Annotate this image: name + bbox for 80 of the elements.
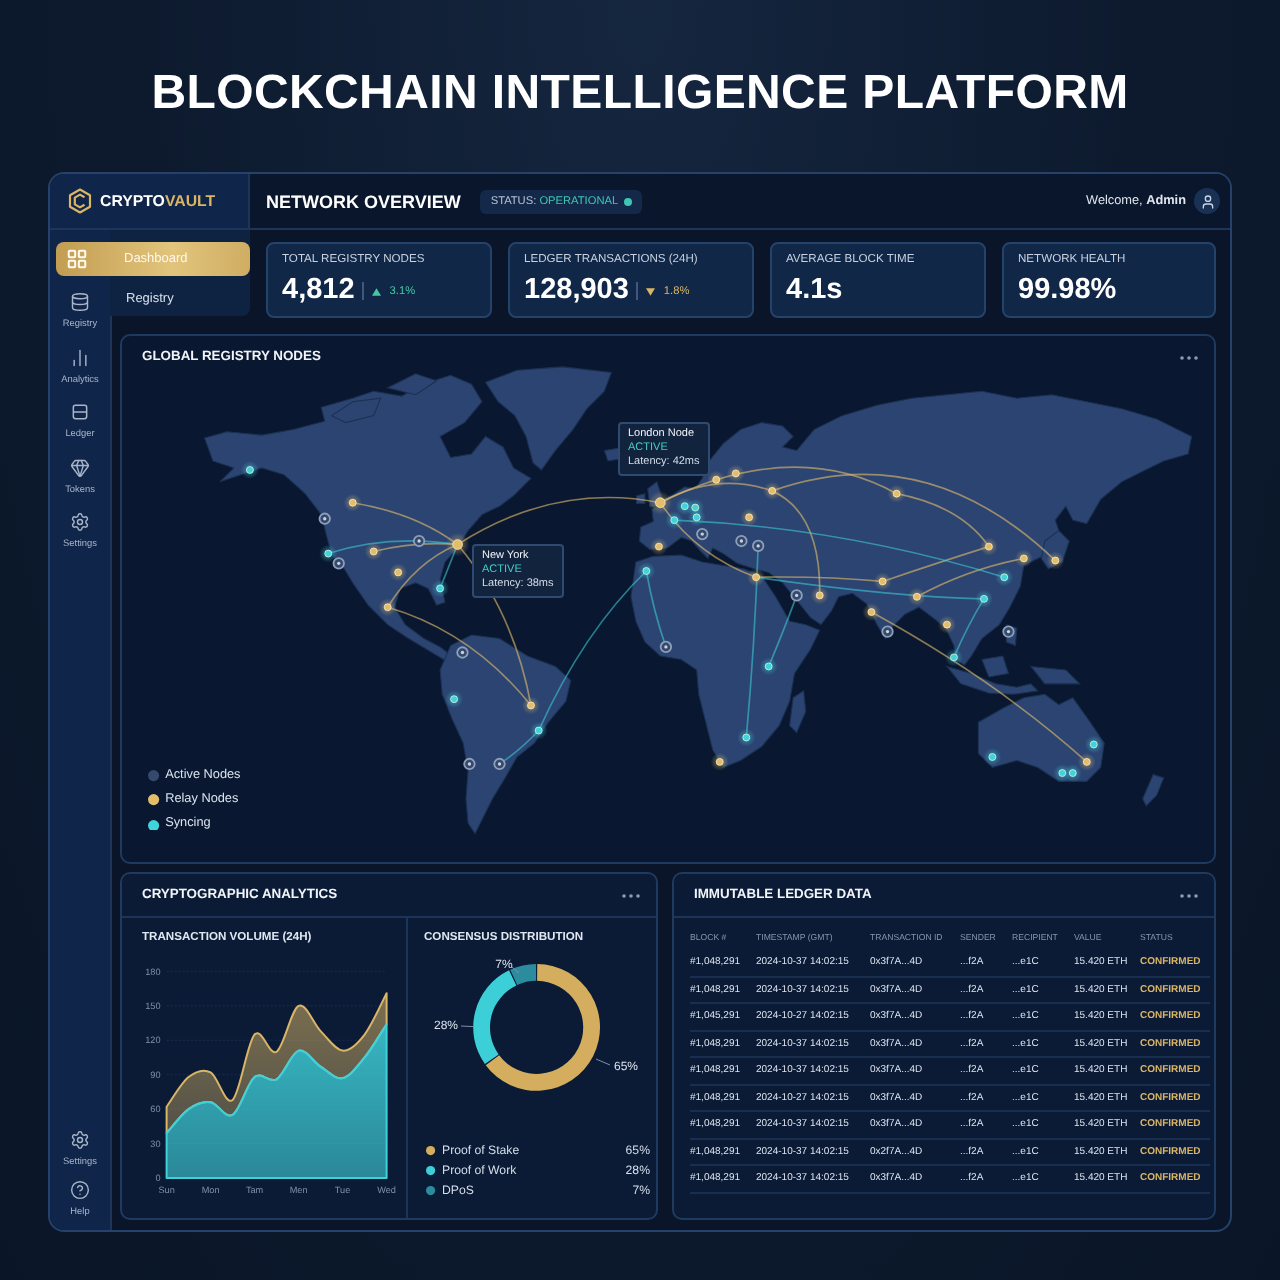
syncing-node-marker [665, 511, 684, 530]
relay-node-marker [1046, 551, 1065, 570]
relay-node-marker [907, 587, 926, 606]
syncing-node-marker [759, 657, 778, 676]
syncing-node-marker [445, 690, 464, 709]
relay-node-marker [979, 537, 998, 556]
stat-value: 4.1s [786, 276, 843, 306]
relay-node-marker [1077, 752, 1096, 771]
relay-node-marker [726, 464, 745, 483]
relay-node-marker [649, 537, 668, 556]
tray-icon [69, 402, 90, 422]
stat-value: 99.98% [1018, 276, 1117, 306]
settings-icon [70, 512, 90, 532]
user-avatar-icon[interactable] [1194, 188, 1220, 214]
syncing-node-marker [737, 728, 756, 747]
relay-node-marker [810, 586, 829, 605]
relay-node-marker [389, 563, 408, 582]
relay-node-marker [747, 568, 766, 587]
active-node-marker [752, 539, 765, 553]
syncing-node-marker [529, 721, 548, 740]
active-node-marker [659, 640, 673, 654]
relay-node-marker [862, 603, 881, 622]
active-node-marker [1002, 625, 1015, 638]
relay-node-marker [707, 470, 726, 489]
leader-line [460, 1025, 474, 1028]
syncing-node-marker [687, 508, 706, 527]
relay-node-marker [710, 752, 729, 771]
syncing-node-marker [944, 648, 963, 667]
relay-node-marker [648, 490, 673, 515]
relay-node-marker [343, 493, 362, 512]
syncing-node-marker [983, 747, 1002, 767]
island-shape [330, 397, 382, 424]
relay-node-marker [521, 696, 541, 715]
active-node-marker [735, 534, 748, 548]
leader-line [595, 1058, 611, 1066]
active-node-marker [881, 625, 894, 638]
page-title: BLOCKCHAIN INTELLIGENCE PLATFORM [151, 67, 1129, 121]
page-heading: NETWORK OVERVIEW [266, 191, 461, 211]
syncing-node-marker [637, 561, 656, 581]
syncing-node-marker [1063, 764, 1082, 783]
relay-node-marker [740, 508, 759, 527]
relay-node-marker [445, 532, 470, 557]
island-shape [386, 373, 438, 396]
stat-value: 4,812 [282, 276, 355, 306]
relay-node-marker [937, 615, 957, 634]
syncing-node-marker [319, 544, 338, 563]
status-dot-icon [624, 197, 633, 205]
logo-icon [68, 188, 92, 214]
relay-node-marker [364, 542, 383, 561]
bar-chart-icon [69, 347, 90, 367]
dashboard-grid-icon [66, 248, 88, 270]
more-button[interactable] [1178, 353, 1200, 361]
syncing-node-marker [240, 460, 259, 480]
active-node-marker [790, 589, 803, 602]
more-button[interactable] [1178, 891, 1200, 899]
active-node-marker [493, 757, 506, 771]
syncing-node-marker [974, 589, 994, 608]
relay-node-marker [873, 572, 892, 591]
relay-node-marker [1014, 549, 1033, 568]
database-icon [69, 292, 90, 312]
syncing-node-marker [1084, 735, 1103, 754]
stat-value: 128,903 [524, 276, 629, 306]
leader-line [511, 966, 520, 974]
diamond-icon [69, 457, 90, 477]
active-node-marker [412, 534, 426, 548]
island-shape [789, 689, 807, 734]
settings-icon [70, 1130, 90, 1150]
relay-node-marker [378, 598, 397, 617]
active-node-marker [696, 527, 709, 541]
active-node-marker [456, 646, 469, 659]
syncing-node-marker [431, 579, 450, 598]
active-node-marker [332, 557, 345, 570]
more-button[interactable] [620, 891, 642, 899]
relay-node-marker [763, 481, 782, 500]
help-icon [70, 1180, 90, 1200]
active-node-marker [463, 757, 476, 771]
active-node-marker [318, 512, 331, 525]
syncing-node-marker [995, 568, 1014, 587]
relay-node-marker [887, 484, 906, 503]
island-shape [1142, 773, 1165, 807]
